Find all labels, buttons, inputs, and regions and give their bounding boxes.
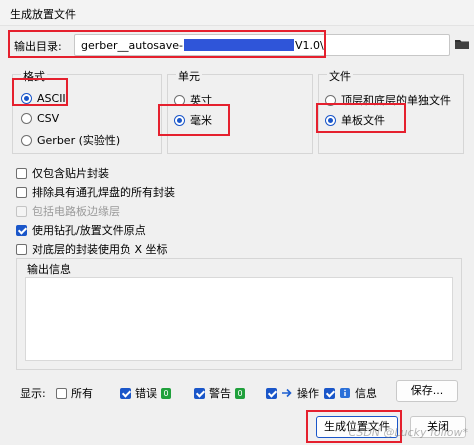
filter-all[interactable]: 所有 [56, 385, 93, 401]
units-group-title: 单元 [176, 68, 202, 84]
checkbox-indicator [266, 387, 277, 399]
units-group: 单元 英寸 毫米 [167, 68, 313, 154]
radio-units-inch[interactable]: 英寸 [174, 92, 212, 108]
radio-indicator [21, 134, 32, 146]
format-group: 格式 ASCII CSV Gerber (实验性) [12, 68, 162, 154]
checkbox-indicator [56, 387, 67, 399]
radio-label: CSV [37, 112, 60, 125]
checkbox-indicator [16, 224, 27, 236]
checkbox-indicator [16, 186, 27, 198]
filter-label: 警告 [209, 387, 231, 400]
files-group: 文件 顶层和底层的单独文件 单板文件 [318, 68, 464, 154]
radio-files-separate[interactable]: 顶层和底层的单独文件 [325, 92, 451, 108]
radio-label: ASCII [37, 92, 66, 105]
files-group-title: 文件 [327, 68, 353, 84]
window-title: 生成放置文件 [10, 8, 76, 21]
radio-indicator [21, 93, 32, 104]
radio-label: Gerber (实验性) [37, 134, 121, 147]
radio-units-mm[interactable]: 毫米 [174, 112, 212, 128]
filter-actions[interactable]: 操作 [266, 385, 319, 401]
radio-format-gerber[interactable]: Gerber (实验性) [21, 132, 120, 148]
output-messages-area[interactable] [25, 277, 453, 361]
filter-warnings[interactable]: 警告 0 [194, 385, 245, 401]
filter-label: 信息 [355, 387, 377, 400]
info-icon [339, 387, 351, 399]
filter-info[interactable]: 信息 [324, 385, 377, 401]
format-group-title: 格式 [21, 68, 47, 84]
radio-indicator [21, 113, 32, 124]
checkbox-indicator [16, 205, 27, 217]
browse-folder-button[interactable] [454, 36, 470, 54]
arrow-right-icon [281, 387, 293, 399]
radio-indicator [325, 94, 336, 106]
radio-indicator [174, 114, 185, 126]
radio-format-csv[interactable]: CSV [21, 112, 59, 125]
checkbox-indicator [120, 387, 131, 399]
folder-icon [454, 36, 470, 52]
show-label: 显示: [20, 387, 46, 400]
output-dir-value-suffix: V1.0\ [295, 39, 324, 52]
checkbox-indicator [324, 387, 335, 399]
checkbox-indicator [16, 243, 27, 255]
error-count-badge: 0 [161, 387, 171, 399]
save-messages-button[interactable]: 保存... [396, 380, 458, 402]
radio-indicator [174, 94, 185, 106]
checkbox-label: 对底层的封装使用负 X 坐标 [32, 243, 168, 256]
output-dir-input[interactable]: gerber__autosave- V1.0\ [74, 34, 450, 56]
checkbox-use-drill-origin[interactable]: 使用钻孔/放置文件原点 [16, 222, 146, 238]
radio-label: 顶层和底层的单独文件 [341, 94, 451, 107]
radio-files-single[interactable]: 单板文件 [325, 112, 385, 128]
warning-count-badge: 0 [235, 387, 245, 399]
output-dir-value-prefix: gerber__autosave- [81, 39, 184, 52]
checkbox-indicator [194, 387, 205, 399]
output-messages-group: 输出信息 [16, 258, 462, 370]
redacted-segment [184, 39, 295, 51]
checkbox-exclude-th[interactable]: 排除具有通孔焊盘的所有封装 [16, 184, 175, 200]
output-dir-label: 输出目录: [14, 40, 62, 53]
title-bar: 生成放置文件 [0, 0, 474, 26]
radio-label: 毫米 [190, 114, 212, 127]
filter-label: 错误 [135, 387, 157, 400]
checkbox-board-edge[interactable]: 包括电路板边缘层 [16, 203, 120, 219]
checkbox-smd-only[interactable]: 仅包含贴片封装 [16, 165, 109, 181]
checkbox-negative-x[interactable]: 对底层的封装使用负 X 坐标 [16, 241, 168, 257]
radio-label: 英寸 [190, 94, 212, 107]
checkbox-label: 仅包含贴片封装 [32, 167, 109, 180]
filter-label: 所有 [71, 387, 93, 400]
message-filter-row: 显示: 所有 错误 0 警告 0 操作 信息 保存... [16, 380, 462, 402]
filter-errors[interactable]: 错误 0 [120, 385, 171, 401]
checkbox-indicator [16, 167, 27, 179]
filter-show-label: 显示: [20, 385, 46, 401]
checkbox-label: 使用钻孔/放置文件原点 [32, 224, 146, 237]
checkbox-label: 排除具有通孔焊盘的所有封装 [32, 186, 175, 199]
output-dir-row: 输出目录: gerber__autosave- V1.0\ [10, 33, 469, 57]
radio-indicator [325, 114, 336, 126]
radio-label: 单板文件 [341, 114, 385, 127]
watermark-text: CSDN @Lucky follow* [348, 426, 468, 439]
filter-label: 操作 [297, 387, 319, 400]
checkbox-label: 包括电路板边缘层 [32, 205, 120, 218]
output-messages-title: 输出信息 [27, 263, 71, 276]
radio-format-ascii[interactable]: ASCII [21, 92, 66, 105]
